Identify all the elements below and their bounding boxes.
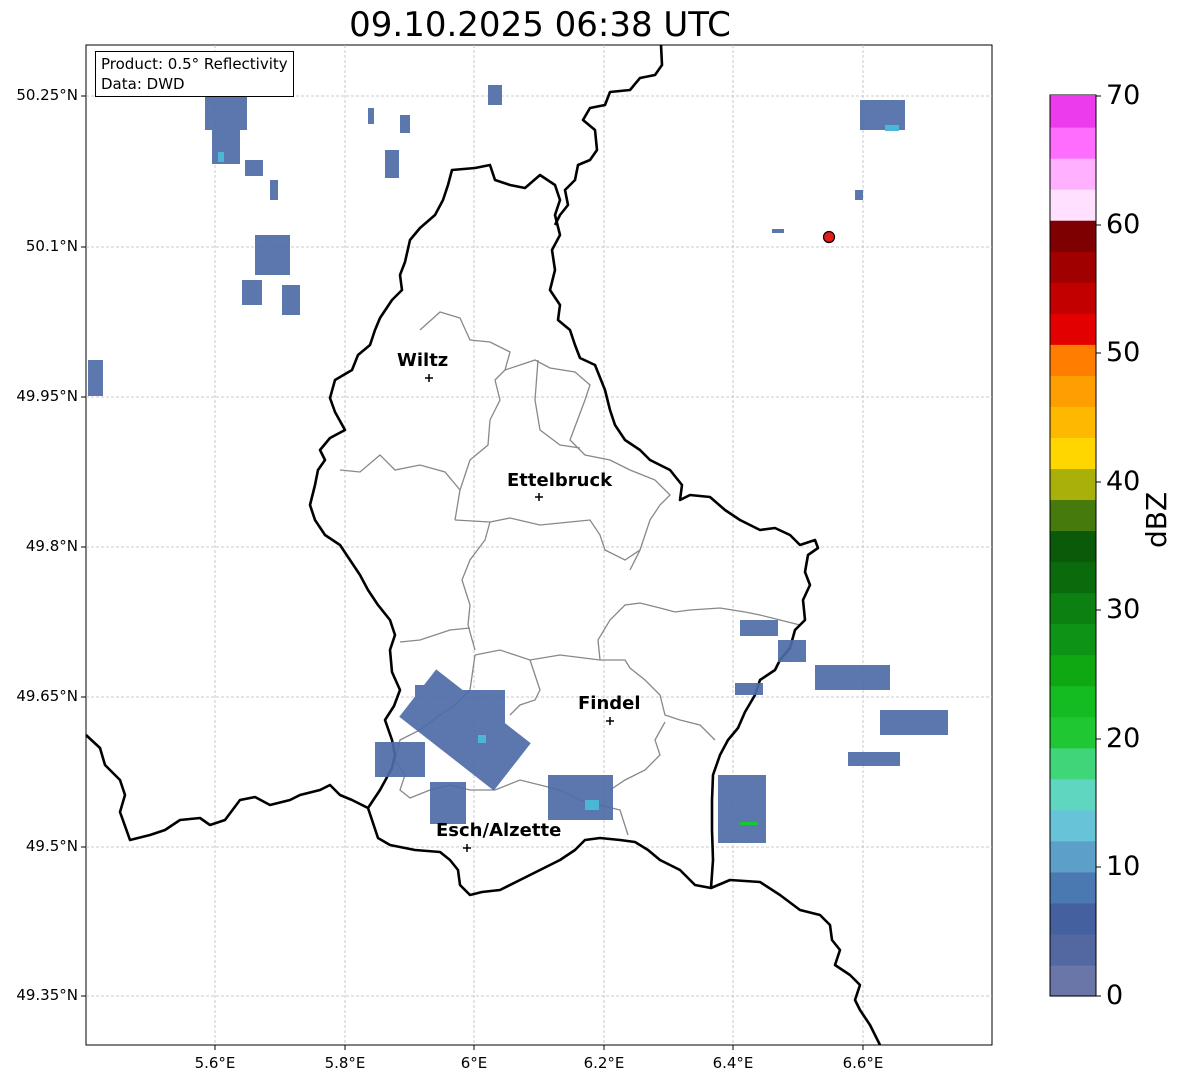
- colorbar-bin: [1050, 623, 1096, 656]
- city-label-findel: Findel: [578, 693, 641, 714]
- colorbar-bin: [1050, 406, 1096, 438]
- colorbar-bin: [1050, 158, 1096, 190]
- lon-label: 6°E: [460, 1054, 488, 1072]
- colorbar-bin: [1050, 871, 1096, 904]
- lat-label: 49.95°N: [16, 387, 78, 405]
- colorbar-bin: [1050, 313, 1096, 345]
- city-label-ettelbruck: Ettelbruck: [507, 470, 613, 491]
- colorbar-bin: [1050, 685, 1096, 718]
- colorbar-tick-label: 0: [1106, 980, 1124, 1011]
- lat-label: 49.8°N: [25, 537, 78, 555]
- colorbar-bin: [1050, 964, 1096, 997]
- colorbar-bin: [1050, 437, 1096, 470]
- product-info-box: Product: 0.5° Reflectivity Data: DWD: [95, 51, 294, 97]
- colorbar-bin: [1050, 127, 1096, 159]
- colorbar-bin: [1050, 251, 1096, 283]
- colorbar-bin: [1050, 592, 1096, 625]
- colorbar-bin: [1050, 654, 1096, 687]
- colorbar-bin: [1050, 530, 1096, 563]
- colorbar-bin: [1050, 282, 1096, 314]
- colorbar-tick-label: 70: [1106, 80, 1141, 111]
- colorbar-bin: [1050, 220, 1096, 252]
- colorbar-bin: [1050, 809, 1096, 842]
- colorbar-bin: [1050, 375, 1096, 407]
- lat-label: 49.5°N: [25, 837, 78, 855]
- colorbar-bin: [1050, 499, 1096, 532]
- colorbar-bin: [1050, 468, 1096, 501]
- colorbar-tick-label: 10: [1106, 851, 1141, 882]
- colorbar-bin: [1050, 716, 1096, 749]
- city-label-wiltz: Wiltz: [397, 350, 449, 371]
- radar-location-marker: [822, 230, 836, 244]
- lon-label: 5.6°E: [194, 1054, 236, 1072]
- product-label: Product: 0.5° Reflectivity: [101, 55, 288, 73]
- lon-label: 6.6°E: [842, 1054, 884, 1072]
- colorbar-tick-label: 60: [1106, 209, 1141, 240]
- colorbar: [1050, 96, 1096, 997]
- lat-label: 50.1°N: [25, 237, 78, 255]
- lon-label: 6.2°E: [583, 1054, 625, 1072]
- colorbar-bin: [1050, 96, 1096, 128]
- lat-label: 50.25°N: [16, 86, 78, 104]
- lon-label: 5.8°E: [324, 1054, 366, 1072]
- colorbar-unit-label: dBZ: [1140, 491, 1173, 548]
- colorbar-bin: [1050, 840, 1096, 873]
- colorbar-bin: [1050, 561, 1096, 594]
- colorbar-bin: [1050, 747, 1096, 780]
- colorbar-bin: [1050, 344, 1096, 376]
- colorbar-ticks: [1096, 95, 1101, 997]
- colorbar-tick-label: 20: [1106, 723, 1141, 754]
- colorbar-bin: [1050, 189, 1096, 221]
- colorbar-bin: [1050, 933, 1096, 966]
- lat-label: 49.65°N: [16, 687, 78, 705]
- lat-label: 49.35°N: [16, 986, 78, 1004]
- radar-map: [81, 44, 1101, 1050]
- radar-echo-green: [740, 822, 758, 825]
- data-source-label: Data: DWD: [101, 75, 185, 93]
- city-label-esch-alzette: Esch/Alzette: [436, 820, 562, 841]
- colorbar-tick-label: 50: [1106, 337, 1141, 368]
- colorbar-tick-label: 30: [1106, 594, 1141, 625]
- lon-label: 6.4°E: [712, 1054, 754, 1072]
- colorbar-bin: [1050, 902, 1096, 935]
- colorbar-bin: [1050, 778, 1096, 811]
- colorbar-tick-label: 40: [1106, 466, 1141, 497]
